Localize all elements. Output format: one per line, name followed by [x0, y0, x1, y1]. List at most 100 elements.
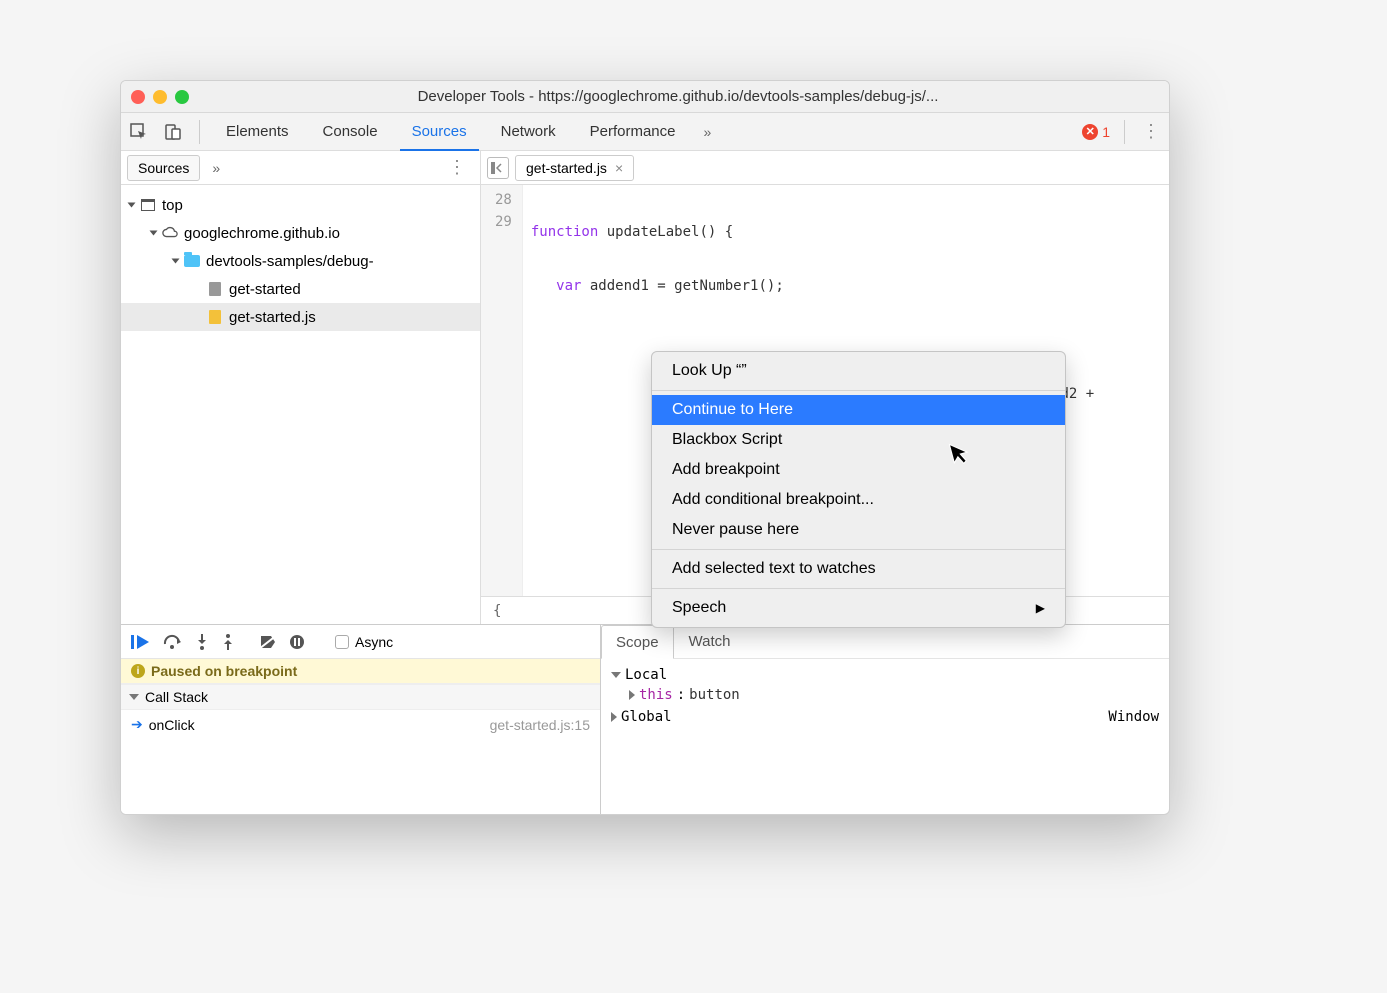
scope-tab[interactable]: Scope: [601, 625, 674, 659]
step-into-button[interactable]: [195, 634, 209, 650]
paused-status-bar: i Paused on breakpoint: [121, 659, 600, 684]
scope-local[interactable]: Local: [611, 665, 1159, 685]
watch-tab[interactable]: Watch: [674, 625, 746, 658]
scope-body: Local this: button Global Window: [601, 659, 1169, 814]
current-frame-icon: ➔: [131, 716, 143, 733]
frame-location: get-started.js:15: [490, 717, 590, 733]
submenu-arrow-icon: ▶: [1036, 601, 1045, 615]
folder-icon: [184, 253, 200, 269]
info-icon: i: [131, 664, 145, 678]
menu-item-add-conditional-breakpoint[interactable]: Add conditional breakpoint...: [652, 485, 1065, 515]
frame-name: onClick: [149, 717, 195, 733]
tree-folder[interactable]: devtools-samples/debug-: [121, 247, 480, 275]
debugger-panel: Async i Paused on breakpoint Call Stack …: [121, 624, 1169, 814]
more-options-icon[interactable]: ⋮: [1139, 120, 1163, 144]
file-tree: top googlechrome.github.io devtools-samp…: [121, 185, 480, 624]
sidebar-tab-sources[interactable]: Sources: [127, 155, 200, 181]
devtools-window: Developer Tools - https://googlechrome.g…: [120, 80, 1170, 815]
tab-elements[interactable]: Elements: [214, 113, 301, 150]
sources-sidebar: Sources » ⋮ top googlechrome.github.io: [121, 151, 481, 624]
resume-button[interactable]: [131, 634, 151, 650]
tab-console[interactable]: Console: [311, 113, 390, 150]
menu-item-add-watches[interactable]: Add selected text to watches: [652, 554, 1065, 584]
line-number: 29: [495, 211, 512, 233]
debugger-left: Async i Paused on breakpoint Call Stack …: [121, 625, 601, 814]
file-icon: [207, 281, 223, 297]
inspect-element-icon[interactable]: [127, 120, 151, 144]
collapse-sidebar-icon[interactable]: [487, 157, 509, 179]
checkbox-icon: [335, 635, 349, 649]
callstack-header[interactable]: Call Stack: [121, 684, 600, 710]
caret-down-icon: [611, 672, 621, 678]
editor-tab[interactable]: get-started.js ×: [515, 155, 634, 181]
brace-indicator: {: [493, 603, 501, 619]
menu-item-lookup[interactable]: Look Up “”: [652, 356, 1065, 386]
device-toggle-icon[interactable]: [161, 120, 185, 144]
window-title: Developer Tools - https://googlechrome.g…: [197, 88, 1159, 105]
caret-down-icon: [129, 694, 139, 700]
debugger-right: Scope Watch Local this: button Global: [601, 625, 1169, 814]
minimize-window-button[interactable]: [153, 90, 167, 104]
tab-sources[interactable]: Sources: [400, 114, 479, 151]
menu-separator: [652, 549, 1065, 550]
error-count: 1: [1102, 124, 1110, 140]
js-file-icon: [207, 309, 223, 325]
tree-label: get-started.js: [229, 309, 316, 326]
debugger-toolbar: Async: [121, 625, 600, 659]
scope-this-row[interactable]: this: button: [611, 685, 1159, 705]
caret-icon: [172, 259, 180, 264]
paused-label: Paused on breakpoint: [151, 663, 297, 679]
callstack-label: Call Stack: [145, 689, 208, 705]
deactivate-breakpoints-button[interactable]: [259, 634, 277, 650]
tabs-overflow-button[interactable]: »: [698, 124, 718, 140]
scope-global-label: Global: [621, 709, 672, 725]
close-window-button[interactable]: [131, 90, 145, 104]
scope-local-label: Local: [625, 667, 667, 683]
tree-label: top: [162, 197, 183, 214]
menu-item-never-pause-here[interactable]: Never pause here: [652, 515, 1065, 545]
menu-separator: [652, 390, 1065, 391]
caret-right-icon: [629, 690, 635, 700]
scope-tabs: Scope Watch: [601, 625, 1169, 659]
maximize-window-button[interactable]: [175, 90, 189, 104]
async-label: Async: [355, 634, 393, 650]
error-icon: ✕: [1082, 124, 1098, 140]
line-number: 28: [495, 189, 512, 211]
tree-domain[interactable]: googlechrome.github.io: [121, 219, 480, 247]
sidebar-tabs-overflow[interactable]: »: [206, 160, 226, 176]
close-tab-icon[interactable]: ×: [615, 160, 623, 176]
tree-label: googlechrome.github.io: [184, 225, 340, 242]
tree-label: get-started: [229, 281, 301, 298]
sidebar-menu-icon[interactable]: ⋮: [440, 157, 474, 178]
caret-right-icon: [611, 712, 617, 722]
callstack-frame[interactable]: ➔ onClick get-started.js:15: [121, 710, 600, 739]
caret-icon: [150, 231, 158, 236]
menu-item-add-breakpoint[interactable]: Add breakpoint: [652, 455, 1065, 485]
traffic-lights: [131, 90, 189, 104]
menu-separator: [652, 588, 1065, 589]
step-out-button[interactable]: [221, 634, 235, 650]
line-gutter: 28 29: [481, 185, 523, 596]
tab-network[interactable]: Network: [489, 113, 568, 150]
scope-this-value: button: [689, 687, 740, 703]
menu-item-continue-to-here[interactable]: Continue to Here: [652, 395, 1065, 425]
main-toolbar: Elements Console Sources Network Perform…: [121, 113, 1169, 151]
pause-exceptions-button[interactable]: [289, 634, 305, 650]
scope-global-row[interactable]: Global Window: [611, 705, 1159, 729]
tree-file-html[interactable]: get-started: [121, 275, 480, 303]
editor-tab-label: get-started.js: [526, 160, 607, 176]
tree-file-js[interactable]: get-started.js: [121, 303, 480, 331]
step-over-button[interactable]: [163, 634, 183, 650]
sidebar-tabs: Sources » ⋮: [121, 151, 480, 185]
async-checkbox[interactable]: Async: [335, 634, 393, 650]
editor-tabs: get-started.js ×: [481, 151, 1169, 185]
context-menu: Look Up “” Continue to Here Blackbox Scr…: [651, 351, 1066, 628]
menu-item-blackbox-script[interactable]: Blackbox Script: [652, 425, 1065, 455]
tab-performance[interactable]: Performance: [578, 113, 688, 150]
menu-item-speech[interactable]: Speech ▶: [652, 593, 1065, 623]
error-count-badge[interactable]: ✕ 1: [1082, 124, 1110, 140]
scope-this-key: this: [639, 687, 673, 703]
caret-icon: [128, 203, 136, 208]
tree-top[interactable]: top: [121, 191, 480, 219]
scope-global-value: Window: [1108, 709, 1159, 725]
